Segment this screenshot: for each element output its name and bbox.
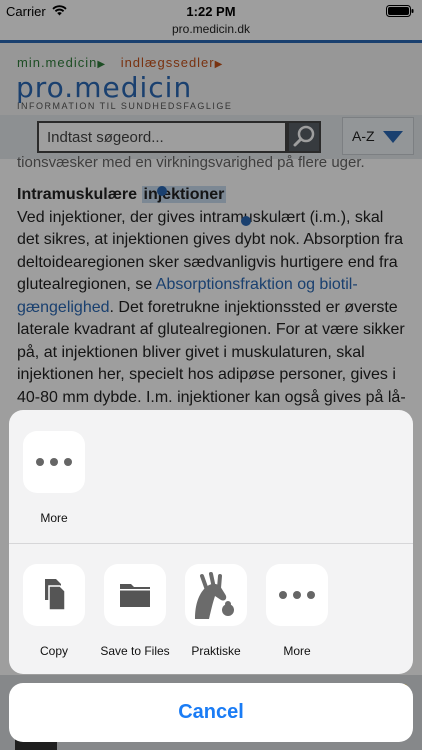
- more-icon: [36, 458, 72, 466]
- actions-more-button[interactable]: More: [258, 564, 336, 658]
- praktiske-button[interactable]: Praktiske: [177, 564, 255, 658]
- actions-more-label: More: [283, 644, 311, 658]
- more-icon: [279, 591, 315, 599]
- save-to-files-tile: [104, 564, 166, 626]
- folder-icon: [120, 584, 150, 607]
- save-to-files-label: Save to Files: [100, 644, 170, 658]
- praktiske-label: Praktiske: [191, 644, 241, 658]
- copy-tile: [23, 564, 85, 626]
- share-more-button[interactable]: More: [15, 431, 93, 525]
- cancel-button[interactable]: Cancel: [9, 683, 413, 742]
- praktiske-app-icon: [195, 572, 234, 619]
- more-tile: [266, 564, 328, 626]
- share-more-label: More: [40, 511, 68, 525]
- copy-button[interactable]: Copy: [15, 564, 93, 658]
- sheet-divider: [9, 543, 413, 544]
- share-sheet: More Copy Save to Files Praktiske More: [9, 410, 413, 674]
- copy-label: Copy: [39, 644, 68, 658]
- praktiske-tile: [185, 564, 247, 626]
- save-to-files-button[interactable]: Save to Files: [96, 564, 174, 658]
- more-tile: [23, 431, 85, 493]
- copy-icon: [45, 579, 66, 611]
